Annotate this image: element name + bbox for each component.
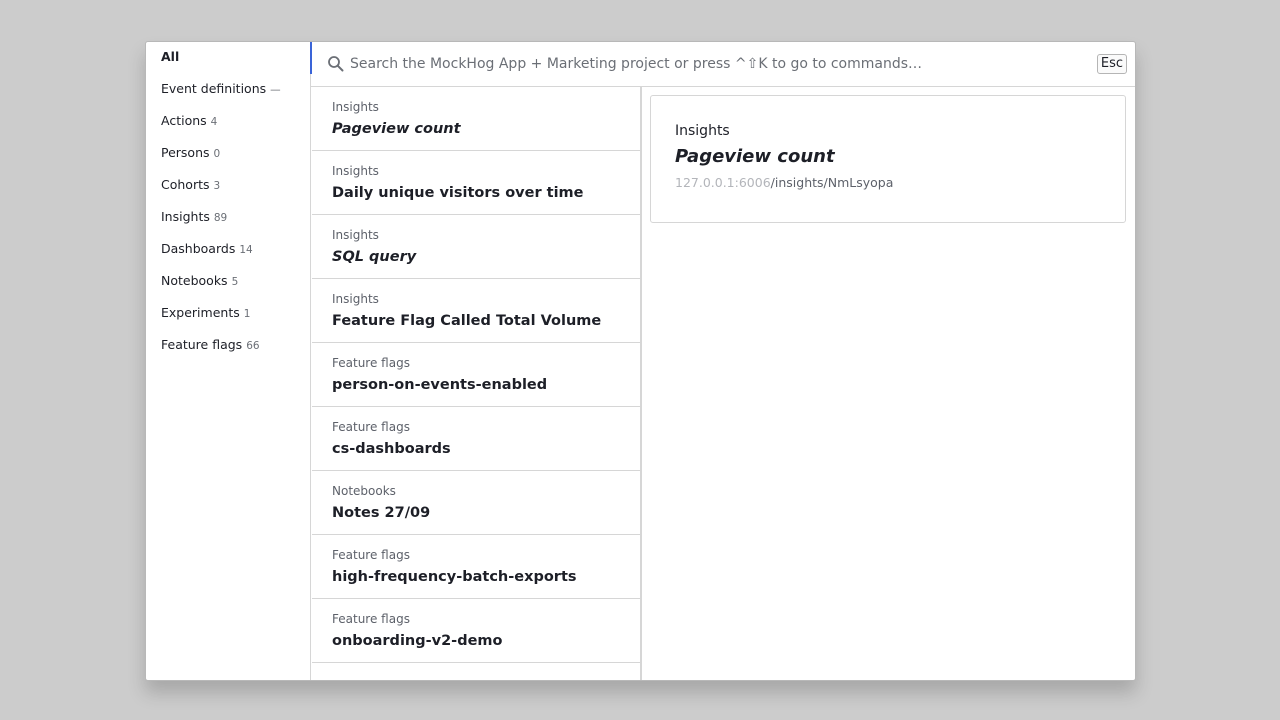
result-name: onboarding-v2-demo (332, 633, 503, 649)
search-results-list: Insights Pageview count Insights Daily u… (312, 87, 642, 680)
result-name: SQL query (332, 249, 417, 265)
result-item[interactable]: Insights SQL query (312, 215, 640, 279)
result-item[interactable]: Insights Feature Flag Called Total Volum… (312, 279, 640, 343)
tab-count: 89 (213, 212, 228, 224)
search-input[interactable] (350, 52, 1090, 76)
result-item[interactable]: Feature flags cs-dashboards (312, 407, 640, 471)
result-type: Insights (332, 164, 379, 178)
tab-experiments[interactable]: Experiments 1 (161, 303, 250, 323)
tab-actions[interactable]: Actions 4 (161, 111, 217, 131)
result-item[interactable]: Insights Pageview count (312, 87, 640, 151)
search-bar: Esc (310, 42, 1135, 87)
result-type: Insights (332, 100, 379, 114)
result-item[interactable]: Notebooks Notes 27/09 (312, 471, 640, 535)
tab-count: 66 (246, 340, 260, 352)
search-category-tabs: All Event definitions — Actions 4 Persons 0… (146, 42, 311, 680)
preview-name: Pageview count (675, 146, 835, 167)
result-item (312, 663, 640, 680)
preview-url-host: 127.0.0.1:6006 (675, 175, 771, 190)
tab-label: Event definitions (161, 81, 267, 96)
result-type: Feature flags (332, 548, 410, 562)
result-type: Feature flags (332, 612, 410, 626)
tab-count: 14 (239, 244, 253, 256)
result-name: person-on-events-enabled (332, 377, 548, 393)
tab-label: Notebooks (161, 273, 228, 288)
tab-notebooks[interactable]: Notebooks 5 (161, 271, 238, 291)
tab-event-definitions[interactable]: Event definitions — (161, 79, 281, 99)
tab-label: Feature flags (161, 337, 243, 352)
tab-label: Actions (161, 113, 207, 128)
preview-url: 127.0.0.1:6006/insights/NmLsyopa (675, 175, 893, 190)
tab-count: 1 (243, 308, 251, 320)
result-type: Insights (332, 292, 379, 306)
search-icon (327, 55, 344, 72)
tab-label: Experiments (161, 305, 240, 320)
tab-persons[interactable]: Persons 0 (161, 143, 220, 163)
tab-label: All (161, 49, 180, 64)
result-preview-card[interactable]: Insights Pageview count 127.0.0.1:6006/i… (650, 95, 1126, 223)
esc-button[interactable]: Esc (1096, 54, 1127, 74)
tab-label: Cohorts (161, 177, 210, 192)
result-name: Notes 27/09 (332, 505, 431, 521)
tab-feature-flags[interactable]: Feature flags 66 (161, 335, 260, 355)
tab-label: Persons (161, 145, 210, 160)
result-type: Notebooks (332, 484, 396, 498)
tab-count: 4 (210, 116, 218, 128)
result-name: cs-dashboards (332, 441, 451, 457)
preview-url-path: /insights/NmLsyopa (770, 175, 894, 190)
tab-count: 0 (213, 148, 221, 160)
result-name: Pageview count (332, 121, 461, 137)
preview-type: Insights (675, 123, 730, 139)
result-item[interactable]: Feature flags high-frequency-batch-expor… (312, 535, 640, 599)
result-type: Insights (332, 228, 379, 242)
search-focus-indicator (310, 42, 312, 74)
result-item[interactable]: Insights Daily unique visitors over time (312, 151, 640, 215)
search-modal: All Event definitions — Actions 4 Persons 0… (145, 41, 1136, 681)
tab-count: 5 (231, 276, 239, 288)
tab-insights[interactable]: Insights 89 (161, 207, 227, 227)
result-name: high-frequency-batch-exports (332, 569, 577, 585)
result-type: Feature flags (332, 420, 410, 434)
result-type: Feature flags (332, 356, 410, 370)
result-item[interactable]: Feature flags person-on-events-enabled (312, 343, 640, 407)
tab-all[interactable]: All (161, 47, 179, 67)
tab-label: Insights (161, 209, 210, 224)
result-name: Daily unique visitors over time (332, 185, 584, 201)
result-name: Feature Flag Called Total Volume (332, 313, 602, 329)
tab-label: Dashboards (161, 241, 236, 256)
tab-cohorts[interactable]: Cohorts 3 (161, 175, 220, 195)
tab-count: — (270, 84, 281, 96)
tab-count: 3 (213, 180, 221, 192)
tab-dashboards[interactable]: Dashboards 14 (161, 239, 253, 259)
result-item[interactable]: Feature flags onboarding-v2-demo (312, 599, 640, 663)
